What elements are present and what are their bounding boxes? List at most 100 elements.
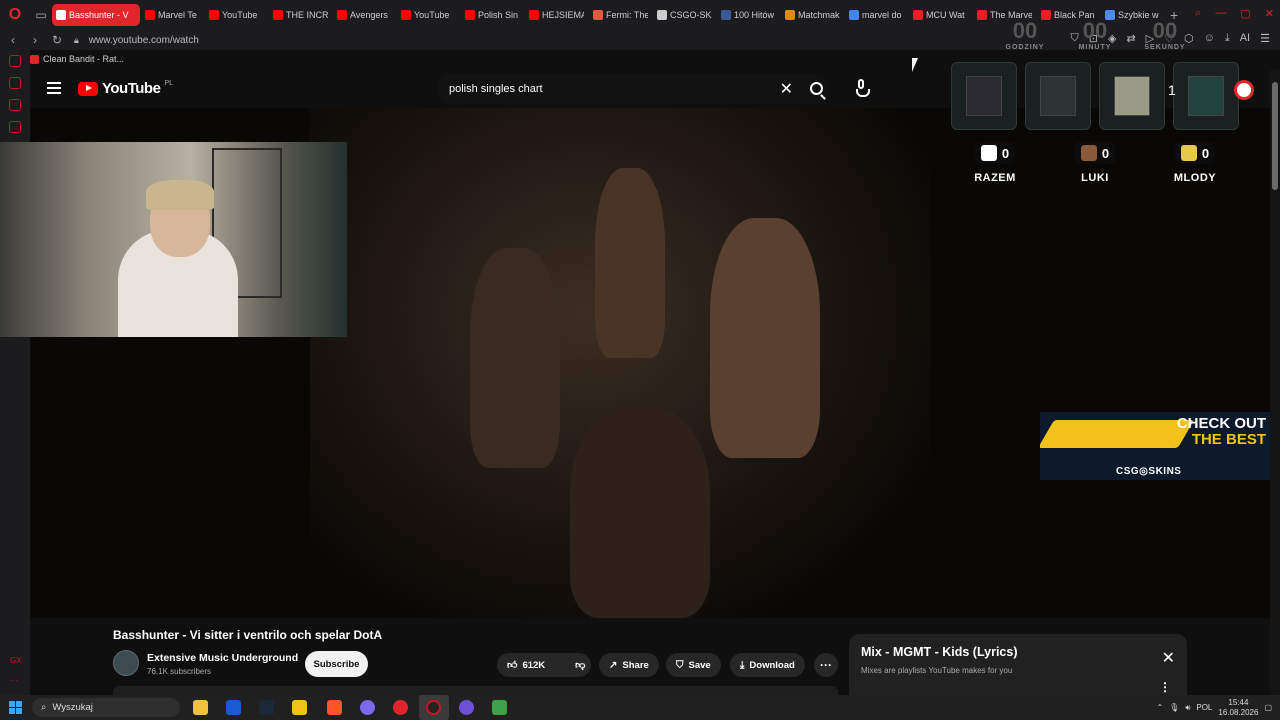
ai-icon[interactable]: AI: [1240, 32, 1250, 45]
clear-search-icon[interactable]: ✕: [780, 79, 793, 99]
channel-avatar[interactable]: [113, 650, 139, 676]
share-button[interactable]: ↗ Share: [599, 653, 659, 677]
page-scrollbar[interactable]: [1270, 70, 1280, 695]
easy-setup-icon[interactable]: ☰: [1260, 32, 1270, 45]
sidebar-gx-icon[interactable]: [9, 55, 21, 67]
mouse-cursor-icon: [912, 58, 918, 72]
browser-tab[interactable]: Fermi: The: [589, 4, 652, 26]
thumbs-down-icon: 👎︎: [575, 660, 586, 671]
browser-tab[interactable]: marvel do: [845, 4, 908, 26]
dislike-button[interactable]: 👎︎: [565, 653, 595, 677]
browser-tab[interactable]: MCU Wat: [909, 4, 972, 26]
search-button[interactable]: [800, 74, 834, 104]
youtube-logo[interactable]: YouTube PL: [78, 80, 173, 97]
minimize-icon[interactable]: —: [1215, 7, 1226, 20]
windows-taskbar: ⌕ Wyszukaj ⌃ 🎙︎ 🔊︎ POL 15:44 16.08.2026 …: [0, 695, 1280, 720]
brave-icon[interactable]: [327, 700, 342, 715]
lock-icon[interactable]: 🔒︎: [74, 35, 79, 46]
tab-favicon-icon: [401, 10, 411, 20]
description-box[interactable]: [113, 686, 838, 695]
tab-favicon-icon: [721, 10, 731, 20]
language-indicator[interactable]: POL: [1196, 703, 1212, 712]
windows-start-icon[interactable]: [9, 701, 22, 714]
tab-favicon-icon: [913, 10, 923, 20]
url-field[interactable]: www.youtube.com/watch: [89, 35, 199, 46]
browser-tab[interactable]: THE INCR: [269, 4, 332, 26]
timer-seconds: 00: [1152, 18, 1178, 43]
browser-tab[interactable]: Marvel Te: [141, 4, 204, 26]
search-input[interactable]: polish singles chart ✕: [437, 74, 829, 104]
browser-tab[interactable]: YouTube: [397, 4, 460, 26]
sidebar-more-icon[interactable]: ···: [10, 676, 18, 685]
app-icon[interactable]: [292, 700, 307, 715]
more-actions-button[interactable]: ···: [814, 653, 838, 677]
tab-label: YouTube: [414, 10, 450, 20]
overlay-counter: 1: [1168, 82, 1176, 98]
sidebar-gx-logo: GX: [10, 656, 22, 665]
kebab-menu-icon[interactable]: ⋮: [1159, 680, 1171, 694]
close-icon[interactable]: ✕: [1162, 648, 1175, 668]
reload-icon[interactable]: ↻: [48, 33, 66, 47]
browser-tab[interactable]: Avengers: [333, 4, 396, 26]
app-icon[interactable]: [459, 700, 474, 715]
save-button[interactable]: ⛉ Save: [666, 653, 721, 677]
browser-tab[interactable]: Polish Sin: [461, 4, 524, 26]
tab-favicon-icon: [145, 10, 155, 20]
sidebar-messenger-icon[interactable]: [9, 77, 21, 89]
sidebar-youtube-icon[interactable]: [9, 121, 21, 133]
app-icon[interactable]: [226, 700, 241, 715]
knife-graphic: [1040, 420, 1195, 448]
channel-name[interactable]: Extensive Music Underground: [147, 652, 298, 664]
maximize-icon[interactable]: ▢: [1240, 7, 1250, 20]
browser-tab[interactable]: Matchmak: [781, 4, 844, 26]
minecraft-block-slot: [951, 62, 1017, 130]
browser-tab[interactable]: HEJSIEMA: [525, 4, 588, 26]
thumbs-up-icon: 👍︎: [507, 660, 518, 671]
clock[interactable]: 15:44 16.08.2026: [1218, 698, 1258, 718]
tab-label: Fermi: The: [606, 10, 648, 20]
browser-tab[interactable]: CSGO-SK: [653, 4, 716, 26]
guide-menu-icon[interactable]: [47, 82, 61, 94]
app-icon[interactable]: [360, 700, 375, 715]
tab-label: Basshunter - V: [69, 10, 129, 20]
avatar[interactable]: [1234, 80, 1254, 100]
system-tray: ⌃ 🎙︎ 🔊︎ POL 15:44 16.08.2026 ▢: [1156, 695, 1280, 720]
sidebar-twitch-icon[interactable]: [9, 99, 21, 111]
file-explorer-icon[interactable]: [193, 700, 208, 715]
back-icon[interactable]: ‹: [4, 33, 22, 47]
like-button[interactable]: 👍︎ 612K: [497, 653, 555, 677]
download-button[interactable]: ⤓ Download: [730, 653, 805, 677]
tab-menu-icon[interactable]: ▭: [30, 0, 52, 30]
browser-tab[interactable]: YouTube: [205, 4, 268, 26]
mix-title[interactable]: Mix - MGMT - Kids (Lyrics): [861, 645, 1018, 659]
share-icon: ↗: [609, 659, 618, 671]
chevron-up-icon[interactable]: ⌃: [1156, 703, 1163, 712]
player-head-icon: [1080, 145, 1097, 161]
minecraft-icon[interactable]: [492, 700, 507, 715]
bookmark-icon: ⛉: [676, 659, 684, 671]
opera-icon[interactable]: [393, 700, 408, 715]
tab-active[interactable]: Basshunter - V: [52, 4, 140, 26]
subscribe-button[interactable]: Subscribe: [305, 651, 368, 677]
mic-icon[interactable]: 🎙︎: [1169, 703, 1179, 712]
forward-icon[interactable]: ›: [26, 33, 44, 47]
voice-search-icon[interactable]: [853, 79, 870, 99]
download-icon[interactable]: ⤓: [1225, 32, 1230, 45]
ender-dragon-icon: [966, 76, 1002, 116]
steam-icon[interactable]: [259, 700, 274, 715]
volume-icon[interactable]: 🔊︎: [1185, 703, 1190, 713]
tab-label: THE INCR: [286, 10, 328, 20]
tab-label: Polish Sin: [478, 10, 519, 20]
opera-gx-icon[interactable]: [426, 700, 441, 715]
tab-favicon-icon: [56, 10, 66, 20]
notification-icon[interactable]: ▢: [1264, 703, 1272, 712]
opera-menu-icon[interactable]: O: [0, 0, 30, 30]
browser-tab[interactable]: 100 Hitów: [717, 4, 780, 26]
taskbar-search[interactable]: ⌕ Wyszukaj: [32, 698, 180, 717]
warden-icon: [1188, 76, 1224, 116]
tab-favicon-icon: [529, 10, 539, 20]
close-window-icon[interactable]: ✕: [1265, 7, 1274, 20]
bookmark-item[interactable]: Clean Bandit - Rat...: [43, 54, 124, 64]
search-query[interactable]: polish singles chart: [449, 83, 543, 95]
tab-favicon-icon: [209, 10, 219, 20]
